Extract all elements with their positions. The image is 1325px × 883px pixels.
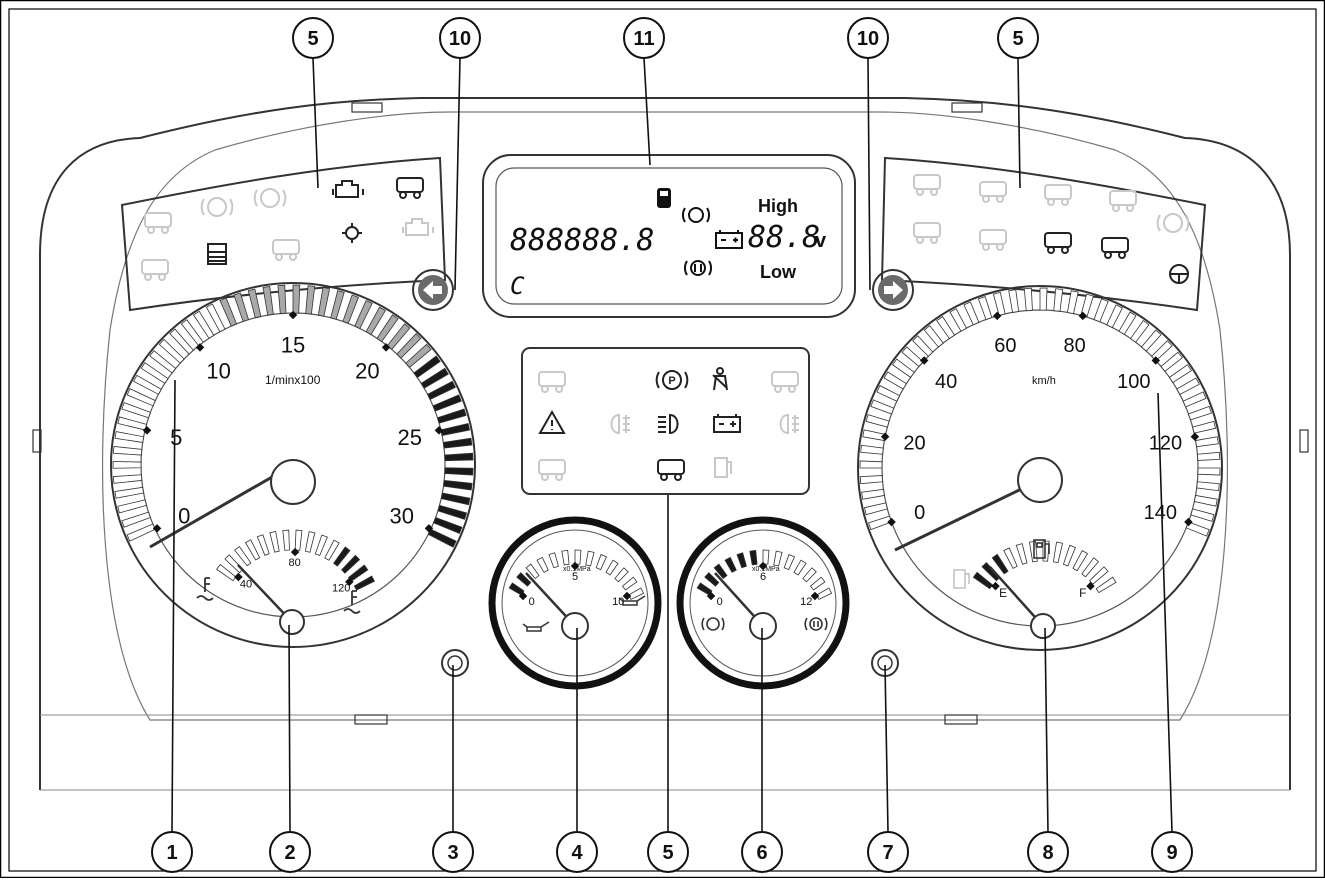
- lcd-voltage: 88.8: [748, 220, 820, 255]
- tachometer-tick: [112, 461, 142, 469]
- bottom-callout: 3: [432, 831, 474, 873]
- air-pressure-tick-label: 12: [800, 596, 812, 608]
- callout-number: 2: [284, 842, 295, 864]
- speedometer-tick-label: 120: [1149, 433, 1182, 455]
- callout-number: 11: [633, 28, 654, 50]
- bottom-callout: 4: [556, 831, 598, 873]
- top-callout: 10: [847, 17, 889, 59]
- speedometer-tick: [859, 460, 883, 469]
- speedometer-tick-label: 100: [1117, 371, 1150, 393]
- coolant-tick-label: 80: [288, 557, 300, 569]
- svg-text:P: P: [668, 375, 675, 387]
- speedometer-unit: km/h: [1032, 375, 1056, 387]
- callout-number: 5: [307, 28, 318, 50]
- bottom-callout: 6: [741, 831, 783, 873]
- bottom-callout: 2: [269, 831, 311, 873]
- air-pressure-tick-label: 0: [717, 596, 723, 608]
- top-callout: 10: [439, 17, 481, 59]
- callout-number: 10: [857, 28, 879, 50]
- oil-pressure-tick-label: 0: [529, 596, 535, 608]
- oil-pressure-unit: x0.1MPa: [563, 566, 591, 573]
- instrument-cluster-diagram: 888888.8 C High Low 88.8 v 0 5 10 15 20 25 30 …: [0, 0, 1325, 879]
- coolant-tick-label: 40: [240, 578, 252, 590]
- callout-number: 10: [449, 28, 471, 50]
- left-turn-indicator: [412, 269, 454, 311]
- top-callout: 5: [292, 17, 334, 59]
- fuel-filter-icon: [657, 188, 671, 208]
- tachometer-tick: [444, 467, 474, 476]
- tachometer-tick-label: 20: [355, 359, 379, 384]
- speedometer-tick-label: 40: [935, 371, 957, 393]
- fuel-hub: [1030, 613, 1056, 639]
- bottom-callout: 1: [151, 831, 193, 873]
- bottom-leader: [288, 624, 291, 833]
- cluster-svg: 888888.8 C High Low 88.8 v 051015202530 …: [0, 0, 1325, 879]
- lcd-odometer: 888888.8: [510, 223, 655, 258]
- top-callout: 11: [623, 17, 665, 59]
- bottom-callout: 7: [867, 831, 909, 873]
- callout-number: 5: [662, 842, 673, 864]
- callout-number: 9: [1166, 842, 1177, 864]
- lcd-low-label: Low: [760, 262, 797, 282]
- callout-number: 5: [1012, 28, 1023, 50]
- right-turn-indicator: [872, 269, 914, 311]
- tachometer-tick-label: 15: [281, 333, 305, 358]
- lcd-high-label: High: [758, 196, 798, 216]
- callout-number: 8: [1042, 842, 1053, 864]
- callout-number: 3: [447, 842, 458, 864]
- tachometer-unit: 1/minx100: [265, 373, 321, 387]
- callout-number: 1: [166, 842, 177, 864]
- speedometer-tick-label: 60: [994, 335, 1016, 357]
- oil-pressure-tick: [574, 549, 582, 565]
- lcd-mode: C: [510, 272, 525, 300]
- speedometer-tick-label: 0: [914, 502, 925, 524]
- speedometer-tick-label: 140: [1144, 502, 1177, 524]
- bottom-callout: 8: [1027, 831, 1069, 873]
- tachometer-tick: [292, 284, 301, 314]
- tachometer-hub: [270, 459, 316, 505]
- top-callout: 5: [997, 17, 1039, 59]
- air-pressure-unit: x0.1MPa: [752, 566, 780, 573]
- oil-pressure-hub: [561, 612, 589, 640]
- bottom-callout: 5: [647, 831, 689, 873]
- air-pressure-tick: [762, 549, 770, 565]
- callout-number: 4: [571, 842, 583, 864]
- callout-number: 6: [756, 842, 767, 864]
- tachometer-tick-label: 10: [206, 359, 230, 384]
- lcd-voltage-unit: v: [815, 230, 827, 252]
- speedometer-tick: [1039, 287, 1048, 311]
- callout-number: 7: [882, 842, 893, 864]
- coolant-hub: [279, 609, 305, 635]
- bottom-callout: 9: [1151, 831, 1193, 873]
- speedometer-tick: [1197, 467, 1221, 476]
- air-pressure-hub: [749, 612, 777, 640]
- tachometer-tick-label: 25: [398, 425, 422, 450]
- tachometer-tick-label: 5: [170, 425, 182, 450]
- tachometer-tick-label: 30: [390, 503, 414, 528]
- fuel-tick-label: F: [1079, 586, 1086, 600]
- speedometer-hub: [1017, 457, 1063, 503]
- figure-frame: [0, 0, 1325, 879]
- speedometer-tick-label: 20: [903, 433, 925, 455]
- fuel-tick-label: E: [999, 586, 1007, 600]
- speedometer-tick-label: 80: [1064, 335, 1086, 357]
